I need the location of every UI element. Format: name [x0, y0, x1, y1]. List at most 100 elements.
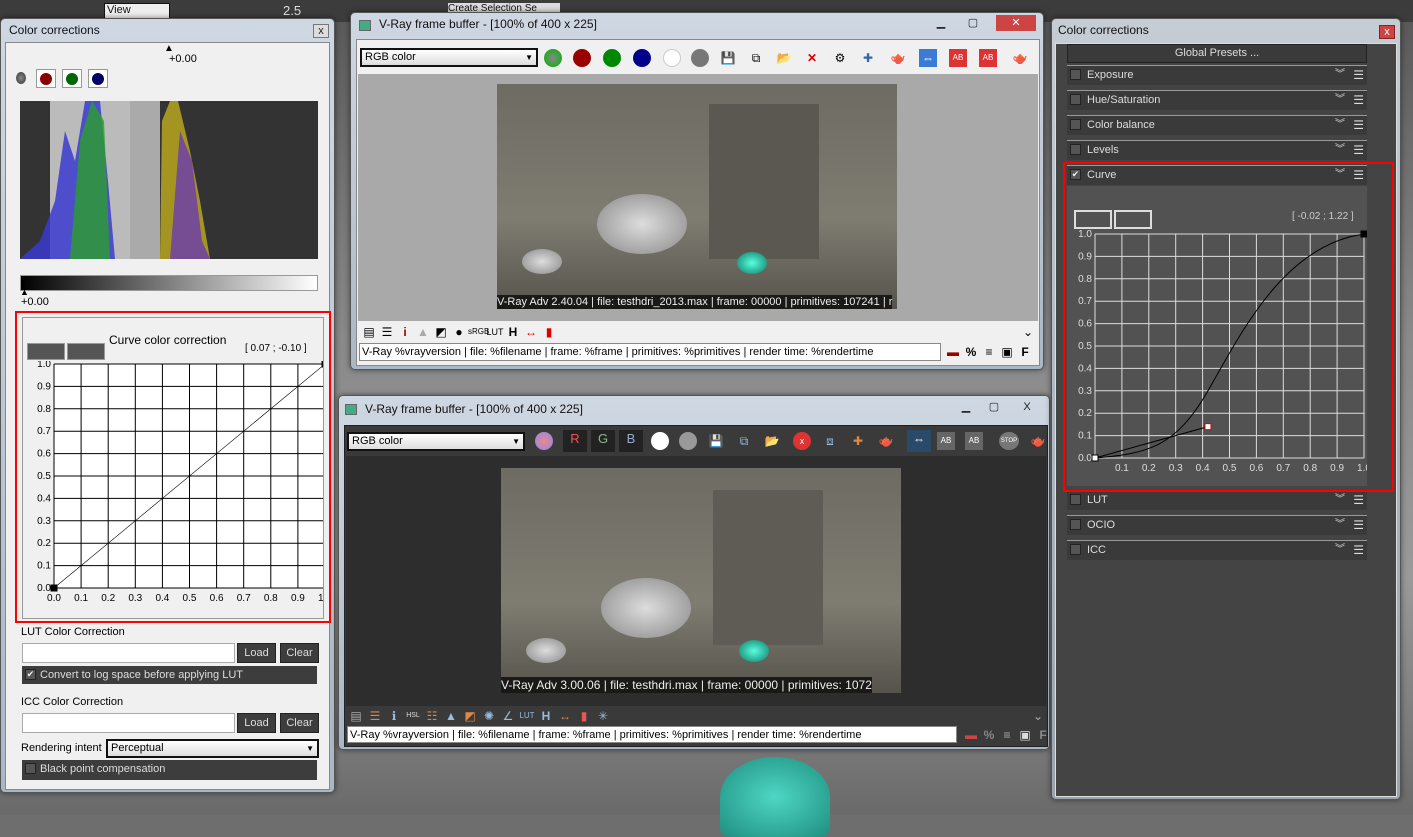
save-icon[interactable]: 💾	[707, 432, 725, 450]
lut-clear-button[interactable]: Clear	[280, 643, 319, 663]
history-icon[interactable]: ▤	[360, 323, 378, 341]
expand-chevron-icon[interactable]: ︾	[1335, 541, 1345, 559]
menu-icon[interactable]: ☰	[1353, 516, 1364, 534]
menu-icon[interactable]: ☰	[1353, 491, 1364, 509]
curve-control-point[interactable]	[1091, 454, 1099, 462]
pixel-aspect-icon[interactable]: ↔	[522, 323, 540, 341]
green-channel-icon[interactable]	[603, 49, 621, 67]
open-icon[interactable]: 📂	[775, 49, 793, 67]
color-balance-icon[interactable]: ☷	[423, 707, 441, 725]
menu-icon[interactable]: ☰	[1353, 541, 1364, 559]
white-display-icon[interactable]	[651, 432, 669, 450]
hsl-toggle-icon[interactable]: H	[537, 707, 555, 725]
close-icon[interactable]: ✕	[996, 15, 1036, 31]
align-icon[interactable]: ≡	[998, 726, 1016, 744]
red-channel-button[interactable]: R	[563, 430, 587, 452]
curve-graph[interactable]: 1.00.90.80.70.60.50.40.30.20.10.00.0 0.1 0…	[23, 361, 323, 611]
teapot-icon[interactable]: 🫖	[1029, 432, 1047, 450]
channel-select[interactable]: RGB color ▼	[347, 432, 525, 451]
background-icon[interactable]: ▣	[998, 343, 1016, 361]
color-correction-icon[interactable]: ☰	[378, 323, 396, 341]
status-stamp-input[interactable]: V-Ray %vrayversion | file: %filename | f…	[359, 343, 941, 361]
region-render-icon[interactable]: ✚	[849, 432, 867, 450]
curve-icon[interactable]: ◩	[461, 707, 479, 725]
curve-preset-button-1[interactable]	[1074, 210, 1112, 229]
green-channel-button[interactable]: G	[591, 430, 615, 452]
layer-row-hue-saturation[interactable]: Hue/Saturation ︾ ☰	[1067, 90, 1367, 110]
expand-chevron-icon[interactable]: ︾	[1335, 66, 1345, 84]
lut-file-input[interactable]	[22, 643, 235, 663]
stereo-icon[interactable]: ▮	[540, 323, 558, 341]
log-space-checkbox[interactable]: ✔	[25, 669, 36, 680]
icc-clear-button[interactable]: Clear	[280, 713, 319, 733]
icc-load-button[interactable]: Load	[237, 713, 276, 733]
clear-icon[interactable]: x	[793, 432, 811, 450]
curve-control-point[interactable]	[50, 584, 58, 592]
curve-icon[interactable]: ◩	[432, 323, 450, 341]
duplicate-icon[interactable]: ⧉	[735, 432, 753, 450]
layer-row-levels[interactable]: Levels ︾ ☰	[1067, 140, 1367, 160]
lut-icon[interactable]: LUT	[518, 707, 536, 725]
render-teapot-icon[interactable]: 🫖	[877, 432, 895, 450]
status-stamp-input[interactable]: V-Ray %vrayversion | file: %filename | f…	[347, 726, 957, 743]
menu-icon[interactable]: ☰	[1353, 66, 1364, 84]
red-channel-icon[interactable]	[573, 49, 591, 67]
percent-icon[interactable]: %	[962, 343, 980, 361]
close-icon[interactable]: x	[313, 24, 329, 38]
curve-preset-button-1[interactable]	[27, 343, 65, 360]
layer-row-color-balance[interactable]: Color balance ︾ ☰	[1067, 115, 1367, 135]
log-space-checkbox-row[interactable]: ✔ Convert to log space before applying LU…	[22, 666, 317, 684]
ab-vertical-icon[interactable]: AB	[965, 432, 983, 450]
region-render-icon[interactable]: ✚	[859, 49, 877, 67]
green-channel-icon[interactable]	[66, 73, 78, 85]
layer-enable-checkbox[interactable]	[1070, 544, 1081, 555]
menu-icon[interactable]: ☰	[1353, 141, 1364, 159]
layer-enable-checkbox[interactable]	[1070, 94, 1081, 105]
render-teapot-icon[interactable]: 🫖	[889, 49, 907, 67]
align-icon[interactable]: ≡	[980, 343, 998, 361]
close-icon[interactable]: X	[1015, 399, 1039, 415]
ab-vertical-icon[interactable]: AB	[979, 49, 997, 67]
channel-select[interactable]: RGB color ▼	[360, 48, 538, 67]
black-point-checkbox[interactable]	[25, 763, 36, 774]
red-channel-icon[interactable]	[40, 73, 52, 85]
blue-channel-icon[interactable]	[633, 49, 651, 67]
layer-enable-checkbox[interactable]	[1070, 519, 1081, 530]
info-icon[interactable]: ℹ	[385, 707, 403, 725]
hsl-icon[interactable]: HSL	[404, 707, 422, 725]
levels-icon[interactable]: ▲	[414, 323, 432, 341]
curve-graph[interactable]: 1.0 0.9 0.8 0.7 0.6 0.5 0.4 0.3 0.2 0.1 0.0 0.1 0.2 0…	[1067, 228, 1367, 478]
mono-display-icon[interactable]	[691, 49, 709, 67]
history-icon[interactable]: ▤	[347, 707, 365, 725]
menu-icon[interactable]: ☰	[1353, 91, 1364, 109]
curve-preset-button-2[interactable]	[1114, 210, 1152, 229]
white-display-icon[interactable]	[663, 49, 681, 67]
duplicate-icon[interactable]: ⧉	[747, 49, 765, 67]
stamp-icon[interactable]: ▬	[962, 726, 980, 744]
curve-preset-button-2[interactable]	[67, 343, 105, 360]
rgb-channel-icon[interactable]	[535, 432, 553, 450]
lens-effects-icon[interactable]: ✳	[594, 707, 612, 725]
pixel-aspect-icon[interactable]: ↔	[556, 707, 574, 725]
minimize-icon[interactable]: ▁	[929, 15, 953, 31]
maximize-icon[interactable]: ▢	[961, 15, 985, 31]
clear-icon[interactable]: ✕	[803, 49, 821, 67]
ab-horizontal-icon[interactable]: AB	[937, 432, 955, 450]
menu-icon[interactable]: ☰	[1353, 116, 1364, 134]
expand-chevron-icon[interactable]: ︾	[1335, 491, 1345, 509]
hsl-icon[interactable]: H	[504, 323, 522, 341]
font-icon[interactable]: F	[1034, 726, 1052, 744]
track-mouse-icon[interactable]: ⧈	[821, 432, 839, 450]
layer-enable-checkbox[interactable]	[1070, 119, 1081, 130]
curve-control-point[interactable]	[1360, 230, 1367, 238]
layer-row-icc[interactable]: ICC ︾ ☰	[1067, 540, 1367, 560]
percent-icon[interactable]: %	[980, 726, 998, 744]
stamp-icon[interactable]: ▬	[944, 343, 962, 361]
snap-value[interactable]: 2.5	[283, 3, 301, 19]
rendering-intent-select[interactable]: Perceptual ▼	[106, 739, 319, 758]
lut-icon[interactable]: LUT	[486, 323, 504, 341]
srgb-icon[interactable]: sRGB	[468, 323, 489, 341]
close-icon[interactable]: x	[1379, 25, 1395, 39]
track-mouse-icon[interactable]: ⚙	[831, 49, 849, 67]
mono-display-icon[interactable]	[679, 432, 697, 450]
